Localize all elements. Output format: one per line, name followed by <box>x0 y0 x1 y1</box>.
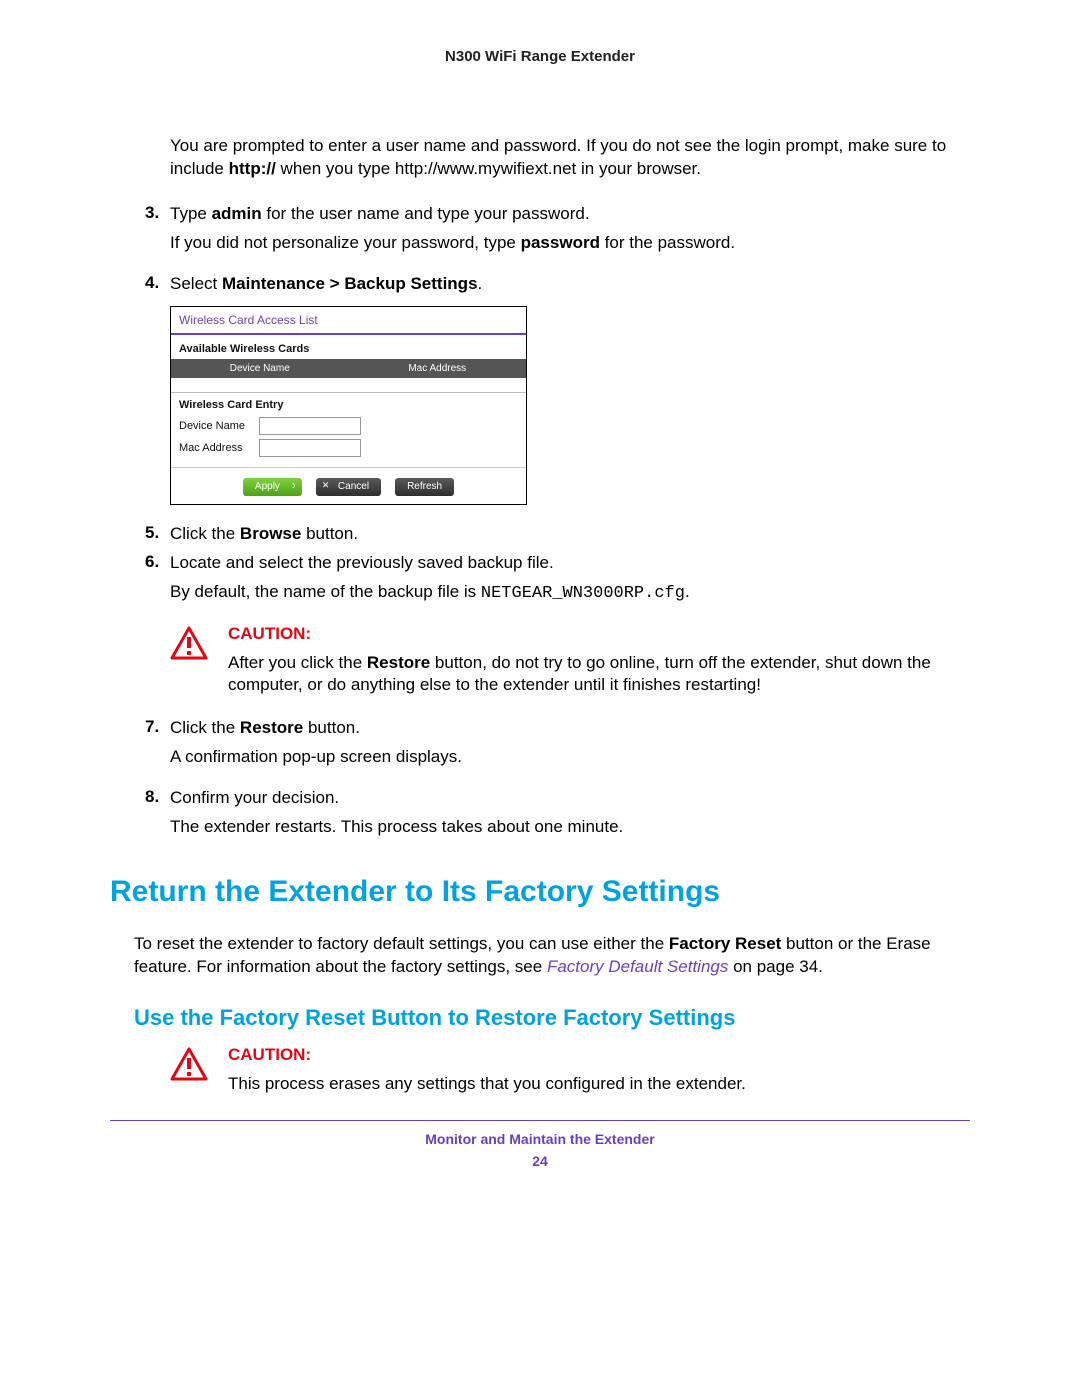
text: . <box>685 582 690 601</box>
step-5: 5. Click the Browse button. <box>145 523 970 546</box>
code-text: NETGEAR_WN3000RP.cfg <box>481 584 685 603</box>
step-4: 4. Select Maintenance > Backup Settings. <box>145 273 970 296</box>
button-row: Apply Cancel Refresh <box>171 467 526 504</box>
step-number: 6. <box>145 552 170 575</box>
caution-text: This process erases any settings that yo… <box>228 1073 970 1096</box>
text-bold: Maintenance > Backup Settings <box>222 274 478 293</box>
text: Select <box>170 274 222 293</box>
intro-paragraph: You are prompted to enter a user name an… <box>170 135 970 181</box>
caution-icon <box>170 624 214 698</box>
step-number: 5. <box>145 523 170 546</box>
cancel-button[interactable]: Cancel <box>316 478 381 496</box>
text: for the user name and type your password… <box>262 204 590 223</box>
step-8-followup: The extender restarts. This process take… <box>170 816 970 839</box>
mac-address-input[interactable] <box>259 439 361 457</box>
text: for the password. <box>600 233 735 252</box>
text-bold: password <box>521 233 600 252</box>
table-row <box>171 378 526 393</box>
caution-text: After you click the Restore button, do n… <box>228 652 970 698</box>
device-name-input[interactable] <box>259 417 361 435</box>
page-number: 24 <box>110 1153 970 1169</box>
footer-section-title: Monitor and Maintain the Extender <box>110 1131 970 1147</box>
caution-block: CAUTION: After you click the Restore but… <box>170 624 970 698</box>
col-device-name: Device Name <box>171 363 349 374</box>
text: If you did not personalize your password… <box>170 233 521 252</box>
step-3: 3. Type admin for the user name and type… <box>145 203 970 226</box>
step-number: 4. <box>145 273 170 296</box>
embedded-screenshot: Wireless Card Access List Available Wire… <box>170 306 527 505</box>
text: on page 34. <box>728 957 823 976</box>
step-number: 3. <box>145 203 170 226</box>
subsection-heading: Use the Factory Reset Button to Restore … <box>134 1005 970 1031</box>
step-6-followup: By default, the name of the backup file … <box>170 581 970 606</box>
apply-button[interactable]: Apply <box>243 478 302 496</box>
step-7: 7. Click the Restore button. <box>145 717 970 740</box>
col-mac-address: Mac Address <box>349 363 527 374</box>
text: Click the <box>170 718 240 737</box>
section-label: Wireless Card Entry <box>171 393 526 415</box>
table-header: Device Name Mac Address <box>171 359 526 378</box>
caution-icon <box>170 1045 214 1096</box>
text: To reset the extender to factory default… <box>134 934 669 953</box>
step-3-followup: If you did not personalize your password… <box>170 232 970 255</box>
text: After you click the <box>228 653 367 672</box>
panel-title: Wireless Card Access List <box>171 307 526 335</box>
cross-reference-link[interactable]: Factory Default Settings <box>547 957 728 976</box>
text: Locate and select the previously saved b… <box>170 552 970 575</box>
text-bold: admin <box>212 204 262 223</box>
footer-rule <box>110 1120 970 1121</box>
text-bold: Factory Reset <box>669 934 781 953</box>
text: Type <box>170 204 212 223</box>
factory-reset-intro: To reset the extender to factory default… <box>134 933 970 979</box>
doc-header: N300 WiFi Range Extender <box>110 48 970 65</box>
section-label: Available Wireless Cards <box>171 335 526 359</box>
step-number: 8. <box>145 787 170 810</box>
field-label: Mac Address <box>179 442 259 454</box>
step-8: 8. Confirm your decision. <box>145 787 970 810</box>
caution-label: CAUTION: <box>228 1045 970 1065</box>
text-bold: Restore <box>240 718 303 737</box>
caution-block: CAUTION: This process erases any setting… <box>170 1045 970 1096</box>
text: Click the <box>170 524 240 543</box>
text-bold: http:// <box>229 159 276 178</box>
caution-label: CAUTION: <box>228 624 970 644</box>
text: button. <box>301 524 358 543</box>
text: Confirm your decision. <box>170 787 970 810</box>
text: when you type http://www.mywifiext.net i… <box>276 159 701 178</box>
field-row-device: Device Name <box>171 415 526 437</box>
field-row-mac: Mac Address <box>171 437 526 459</box>
text-bold: Restore <box>367 653 430 672</box>
text: By default, the name of the backup file … <box>170 582 481 601</box>
step-7-followup: A confirmation pop-up screen displays. <box>170 746 970 769</box>
field-label: Device Name <box>179 420 259 432</box>
text: . <box>478 274 483 293</box>
refresh-button[interactable]: Refresh <box>395 478 454 496</box>
step-number: 7. <box>145 717 170 740</box>
section-heading: Return the Extender to Its Factory Setti… <box>110 875 970 909</box>
text: button. <box>303 718 360 737</box>
step-6: 6. Locate and select the previously save… <box>145 552 970 575</box>
text-bold: Browse <box>240 524 301 543</box>
